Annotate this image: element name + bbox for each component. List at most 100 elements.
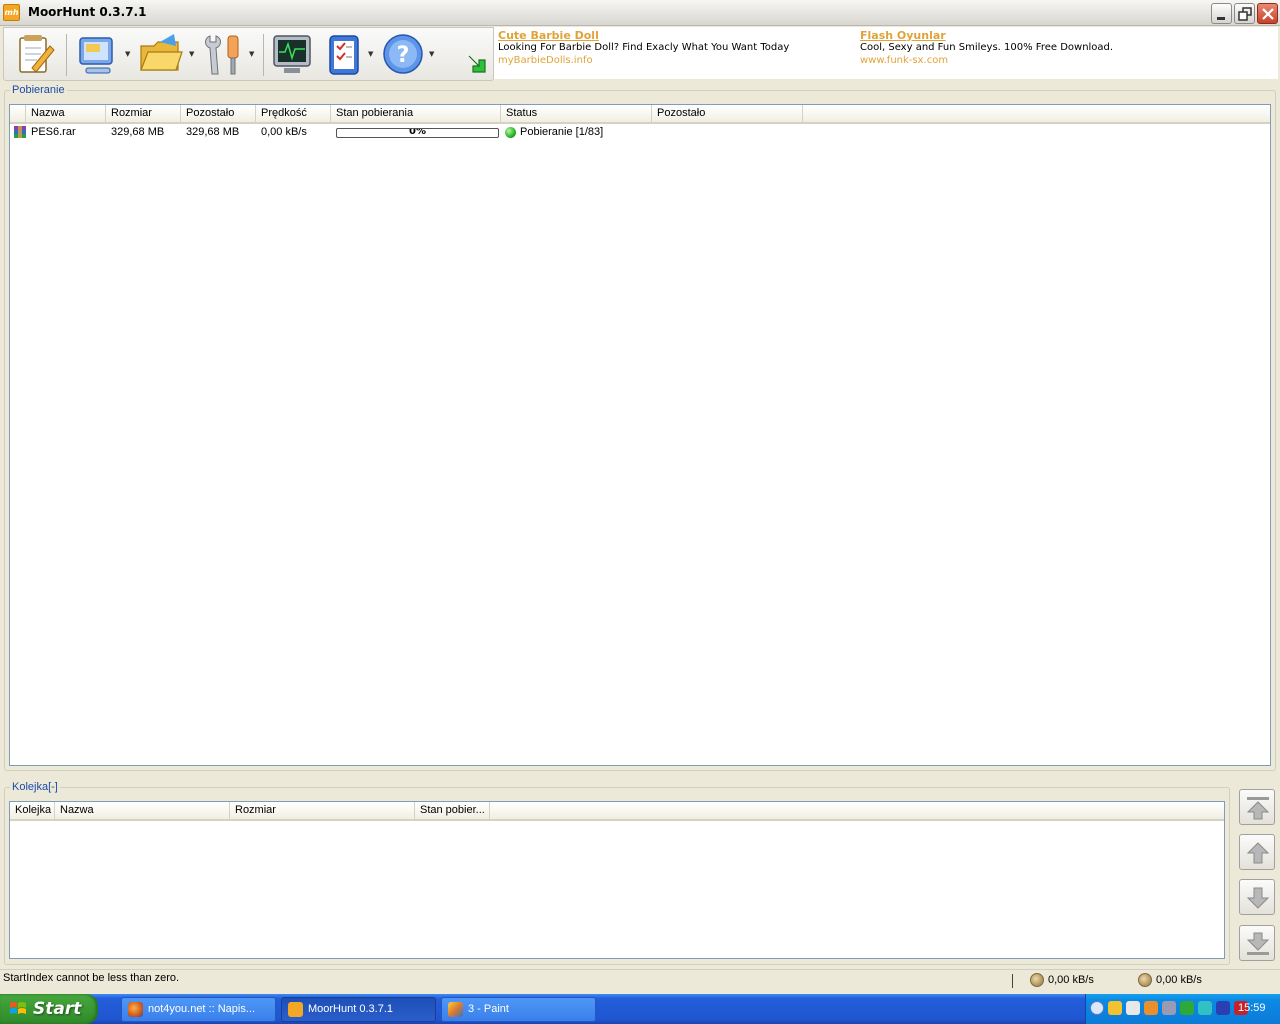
upload-speed-icon xyxy=(1138,973,1152,987)
moorhunt-icon xyxy=(288,1002,303,1017)
ad-banner: Cute Barbie Doll Looking For Barbie Doll… xyxy=(494,27,1278,79)
column-header-remaining[interactable]: Pozostało xyxy=(181,105,256,122)
security-shield-icon[interactable] xyxy=(1108,1001,1122,1015)
restore-icon xyxy=(1238,7,1252,21)
row-speed: 0,00 kB/s xyxy=(261,126,307,138)
move-to-bottom-button[interactable] xyxy=(1239,925,1275,961)
windows-logo-icon xyxy=(10,1002,26,1014)
task-label: not4you.net :: Napis... xyxy=(148,1003,256,1015)
restore-button[interactable] xyxy=(1234,3,1255,24)
column-header-name[interactable]: Nazwa xyxy=(26,105,106,122)
ad-item[interactable]: Flash Oyunlar Cool, Sexy and Fun Smileys… xyxy=(860,29,1113,68)
status-indicator-icon xyxy=(505,127,516,138)
task-label: 3 - Paint xyxy=(468,1003,509,1015)
queue-list-header: Kolejka Nazwa Rozmiar Stan pobier... xyxy=(10,802,1224,821)
arrow-up-icon xyxy=(1246,842,1270,864)
computer-button[interactable] xyxy=(76,32,122,78)
row-remaining: 329,68 MB xyxy=(186,126,240,138)
r-app-icon[interactable] xyxy=(1180,1001,1194,1015)
row-size: 329,68 MB xyxy=(111,126,165,138)
move-down-button[interactable] xyxy=(1239,879,1275,915)
window-title: MoorHunt 0.3.7.1 xyxy=(28,5,147,19)
column-header-progress[interactable]: Stan pobier... xyxy=(415,802,490,819)
connection-off-icon[interactable] xyxy=(1162,1001,1176,1015)
move-up-button[interactable] xyxy=(1239,834,1275,870)
column-header-time-left[interactable]: Pozostało xyxy=(652,105,803,122)
new-download-button[interactable] xyxy=(10,32,56,78)
tasks-button[interactable] xyxy=(324,32,370,78)
app-icon: mh xyxy=(3,4,20,21)
ad-url[interactable]: myBarbieDolls.info xyxy=(498,55,789,68)
ad-description: Cool, Sexy and Fun Smileys. 100% Free Do… xyxy=(860,42,1114,53)
column-header-progress[interactable]: Stan pobierania xyxy=(331,105,501,122)
queue-list[interactable]: Kolejka Nazwa Rozmiar Stan pobier... xyxy=(9,801,1225,959)
toolbar: ▼ ▼ ▼ ▼ ? ▼ xyxy=(3,27,494,81)
upload-speed: 0,00 kB/s xyxy=(1156,974,1202,986)
downloads-group-label: Pobieranie xyxy=(10,84,67,96)
progress-text: 0% xyxy=(409,128,426,137)
column-header-status[interactable]: Status xyxy=(501,105,652,122)
column-header-queue[interactable]: Kolejka xyxy=(10,802,55,819)
chevron-down-icon[interactable]: ▼ xyxy=(429,50,437,58)
help-button[interactable]: ? xyxy=(381,32,427,78)
close-button[interactable] xyxy=(1257,3,1278,24)
green-arrow-icon xyxy=(468,55,486,73)
help-icon: ? xyxy=(383,34,423,74)
checklist-icon xyxy=(329,35,359,75)
minimize-toolbar-button[interactable] xyxy=(465,52,489,76)
paint-icon xyxy=(448,1002,463,1017)
minimize-button[interactable] xyxy=(1211,3,1232,24)
new-download-icon xyxy=(19,35,55,73)
taskbar: Start not4you.net :: Napis... MoorHunt 0… xyxy=(0,994,1280,1024)
antivirus-icon[interactable] xyxy=(1216,1001,1230,1015)
sun-icon[interactable] xyxy=(1144,1001,1158,1015)
tray-expand-icon[interactable] xyxy=(1090,1001,1104,1015)
start-label: Start xyxy=(33,999,82,1019)
computer-icon xyxy=(79,37,113,74)
column-header-speed[interactable]: Prędkość xyxy=(256,105,331,122)
status-message: StartIndex cannot be less than zero. xyxy=(3,972,180,984)
folder-icon xyxy=(140,34,183,71)
svg-text:?: ? xyxy=(397,43,410,68)
settings-button[interactable] xyxy=(200,32,246,78)
rar-archive-icon xyxy=(14,126,26,138)
start-button[interactable]: Start xyxy=(0,994,98,1024)
ad-title[interactable]: Flash Oyunlar xyxy=(860,29,1113,42)
column-header-size[interactable]: Rozmiar xyxy=(106,105,181,122)
taskbar-item-paint[interactable]: 3 - Paint xyxy=(441,997,596,1022)
row-progress-bar: 0% xyxy=(336,128,499,138)
update-icon[interactable] xyxy=(1198,1001,1212,1015)
download-speed: 0,00 kB/s xyxy=(1048,974,1094,986)
move-to-top-icon xyxy=(1246,797,1270,820)
column-header-icon[interactable] xyxy=(10,105,26,122)
chevron-down-icon[interactable]: ▼ xyxy=(249,50,257,58)
ad-title[interactable]: Cute Barbie Doll xyxy=(498,29,789,42)
chevron-down-icon[interactable]: ▼ xyxy=(368,50,376,58)
tools-icon xyxy=(205,35,239,75)
ad-url[interactable]: www.funk-sx.com xyxy=(860,55,1113,68)
row-name: PES6.rar xyxy=(31,126,76,138)
arrow-down-icon xyxy=(1246,887,1270,909)
downloads-list[interactable]: Nazwa Rozmiar Pozostało Prędkość Stan po… xyxy=(9,104,1271,766)
monitor-icon xyxy=(273,35,311,73)
title-bar[interactable]: mh MoorHunt 0.3.7.1 xyxy=(0,0,1280,26)
monitor-button[interactable] xyxy=(270,32,316,78)
chevron-down-icon[interactable]: ▼ xyxy=(125,50,133,58)
network-icon[interactable] xyxy=(1126,1001,1140,1015)
downloads-list-header: Nazwa Rozmiar Pozostało Prędkość Stan po… xyxy=(10,105,1270,124)
ad-item[interactable]: Cute Barbie Doll Looking For Barbie Doll… xyxy=(498,29,789,68)
column-header-size[interactable]: Rozmiar xyxy=(230,802,415,819)
task-label: MoorHunt 0.3.7.1 xyxy=(308,1003,393,1015)
ad-description: Looking For Barbie Doll? Find Exacly Wha… xyxy=(498,42,790,53)
table-row[interactable]: PES6.rar 329,68 MB 329,68 MB 0,00 kB/s 0… xyxy=(10,124,1270,141)
move-to-top-button[interactable] xyxy=(1239,789,1275,825)
clock[interactable]: 15:59 xyxy=(1238,1002,1266,1014)
open-folder-button[interactable] xyxy=(138,32,184,78)
chevron-down-icon[interactable]: ▼ xyxy=(189,50,197,58)
taskbar-item-firefox[interactable]: not4you.net :: Napis... xyxy=(121,997,276,1022)
taskbar-item-moorhunt[interactable]: MoorHunt 0.3.7.1 xyxy=(281,997,436,1022)
download-speed-icon xyxy=(1030,973,1044,987)
close-icon xyxy=(1262,8,1274,20)
queue-group-label[interactable]: Kolejka[-] xyxy=(10,781,60,793)
column-header-name[interactable]: Nazwa xyxy=(55,802,230,819)
